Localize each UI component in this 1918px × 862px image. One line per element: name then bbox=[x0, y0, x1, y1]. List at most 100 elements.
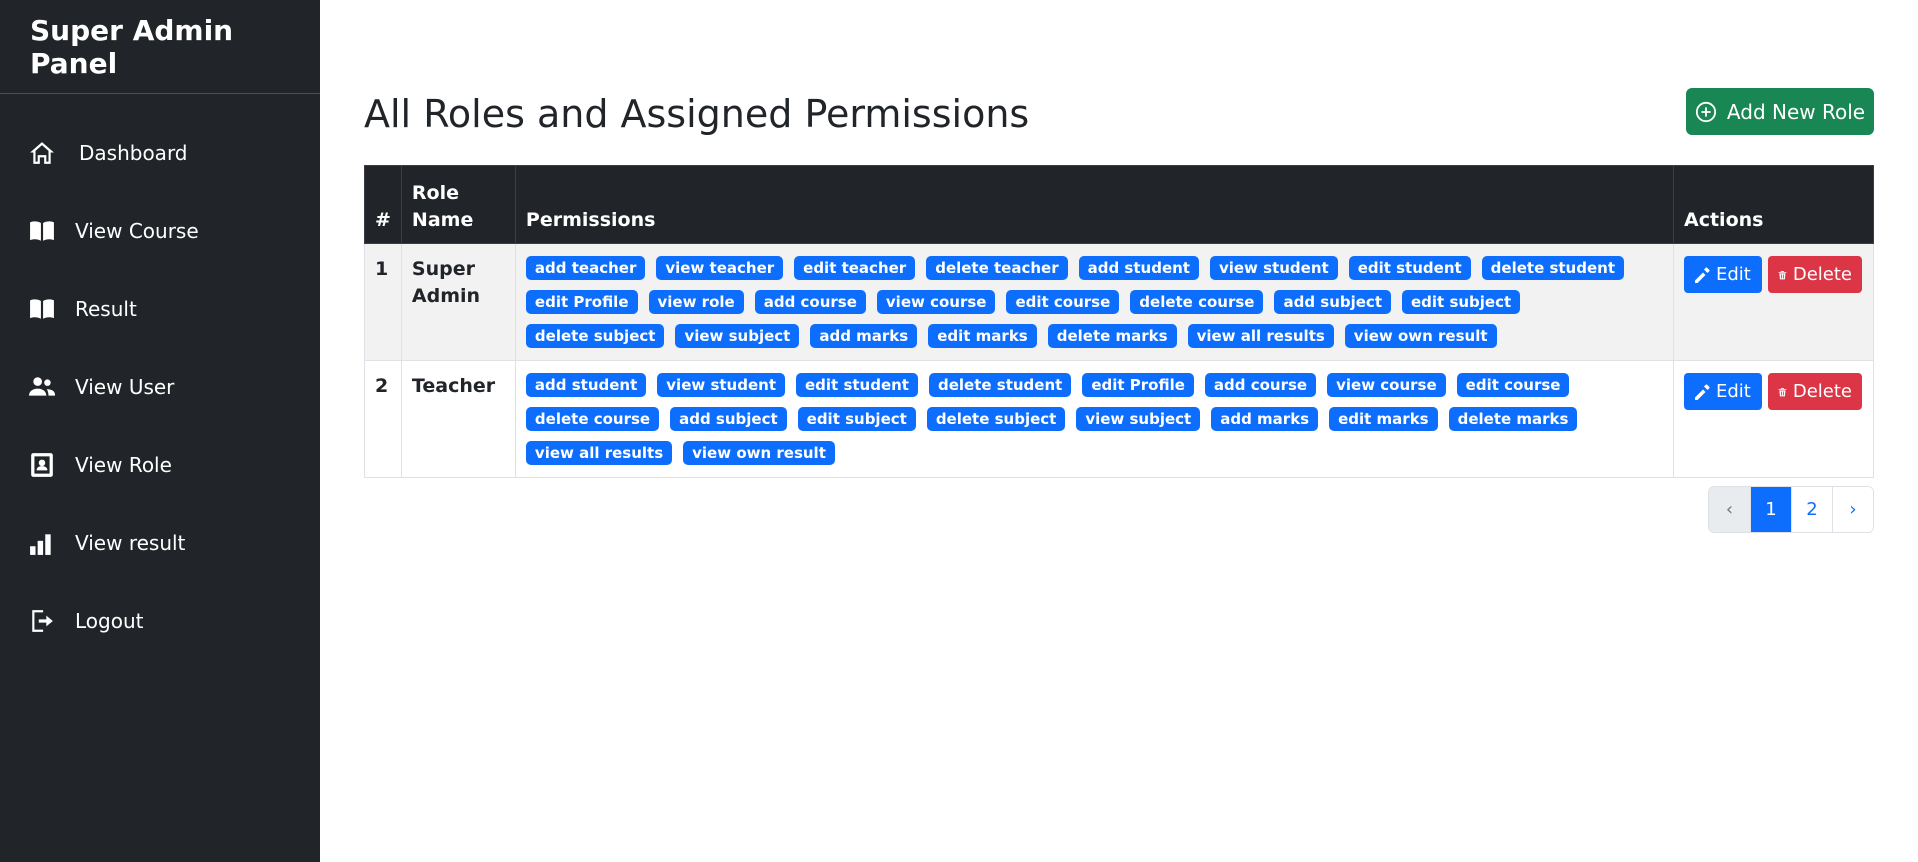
add-new-role-label: Add New Role bbox=[1726, 99, 1866, 124]
sidebar-item-view-result[interactable]: View result bbox=[0, 504, 320, 582]
permission-badge: edit marks bbox=[1329, 407, 1438, 431]
permission-badge: view course bbox=[876, 290, 996, 314]
permission-badge: delete teacher bbox=[926, 256, 1068, 280]
permissions-cell: add student view student edit student delet… bbox=[514, 360, 1675, 478]
sidebar-item-label: Logout bbox=[75, 609, 144, 633]
page-header: All Roles and Assigned Permissions Add N… bbox=[364, 88, 1874, 138]
sidebar-item-label: Result bbox=[75, 297, 137, 321]
permission-badge: view all results bbox=[1187, 324, 1334, 348]
sidebar-item-label: View Role bbox=[75, 453, 172, 477]
permission-badge: view course bbox=[1327, 373, 1446, 397]
permission-badge: add marks bbox=[810, 324, 918, 348]
permission-badge: view all results bbox=[525, 441, 673, 465]
permission-badge: edit subject bbox=[797, 407, 916, 431]
sidebar-nav: Dashboard View Course Result View User V… bbox=[0, 94, 320, 660]
book-icon bbox=[29, 216, 59, 246]
pagination-page-2[interactable]: 2 bbox=[1791, 487, 1832, 532]
bar-chart-icon bbox=[29, 528, 59, 558]
pagination-next-button[interactable]: › bbox=[1832, 487, 1873, 532]
permission-badge: view subject bbox=[1076, 407, 1201, 431]
permission-badge: edit subject bbox=[1402, 290, 1521, 314]
permission-badge: add marks bbox=[1211, 407, 1319, 431]
permission-badge: add course bbox=[754, 290, 866, 314]
permissions-cell: add teacher view teacher edit teacher delet… bbox=[514, 243, 1675, 361]
trash-icon bbox=[1778, 387, 1787, 396]
permission-badge: edit Profile bbox=[1082, 373, 1194, 397]
permission-badge: add subject bbox=[670, 407, 787, 431]
permission-badge: edit student bbox=[1348, 256, 1471, 280]
plus-circle-icon bbox=[1695, 101, 1717, 122]
edit-icon bbox=[1695, 266, 1710, 283]
sidebar-item-logout[interactable]: Logout bbox=[0, 582, 320, 660]
permission-badge: delete student bbox=[1481, 256, 1625, 280]
delete-role-button[interactable]: Delete bbox=[1768, 256, 1862, 293]
table-header-row: # Role Name Permissions Actions bbox=[364, 165, 1874, 244]
sidebar-item-label: View result bbox=[75, 531, 186, 555]
permission-badge: edit student bbox=[796, 373, 918, 397]
permission-badge: edit Profile bbox=[525, 290, 638, 314]
logout-icon bbox=[29, 606, 59, 636]
permission-badge: delete marks bbox=[1047, 324, 1177, 348]
main-content: All Roles and Assigned Permissions Add N… bbox=[364, 0, 1874, 862]
role-name: Super Admin bbox=[400, 243, 516, 361]
pagination-page-1[interactable]: 1 bbox=[1750, 487, 1791, 532]
permission-badge: view own result bbox=[683, 441, 835, 465]
edit-role-button[interactable]: Edit bbox=[1684, 256, 1762, 293]
home-icon bbox=[29, 138, 59, 168]
actions-cell: Edit Delete bbox=[1673, 360, 1874, 478]
sidebar: Super Admin Panel Dashboard View Course … bbox=[0, 0, 320, 862]
column-header-permissions: Permissions bbox=[514, 165, 1675, 244]
permission-badge: view student bbox=[1209, 256, 1338, 280]
add-new-role-button[interactable]: Add New Role bbox=[1686, 88, 1874, 135]
permission-badge: view role bbox=[648, 290, 744, 314]
edit-label: Edit bbox=[1716, 264, 1751, 285]
permission-badge: delete subject bbox=[525, 324, 665, 348]
permission-badge: delete marks bbox=[1448, 407, 1578, 431]
id-badge-icon bbox=[29, 450, 59, 480]
permission-badge: view own result bbox=[1344, 324, 1497, 348]
edit-role-button[interactable]: Edit bbox=[1684, 373, 1762, 410]
page-title: All Roles and Assigned Permissions bbox=[364, 92, 1030, 136]
permission-badge: delete course bbox=[1130, 290, 1264, 314]
sidebar-item-view-user[interactable]: View User bbox=[0, 348, 320, 426]
sidebar-item-label: View User bbox=[75, 375, 175, 399]
pagination: ‹ 1 2 › bbox=[1708, 486, 1874, 533]
permission-badge: add course bbox=[1204, 373, 1317, 397]
permission-badge-list: add teacher view teacher edit teacher delet… bbox=[525, 256, 1663, 348]
users-icon bbox=[29, 372, 59, 402]
trash-icon bbox=[1778, 270, 1787, 279]
row-number: 2 bbox=[364, 360, 402, 478]
pagination-prev-button[interactable]: ‹ bbox=[1709, 487, 1750, 532]
table-row: 1 Super Admin add teacher view teacher edit … bbox=[364, 243, 1874, 361]
permission-badge: add subject bbox=[1274, 290, 1391, 314]
sidebar-item-view-course[interactable]: View Course bbox=[0, 192, 320, 270]
book-icon bbox=[29, 294, 59, 324]
permission-badge: delete course bbox=[525, 407, 660, 431]
permission-badge: delete subject bbox=[926, 407, 1066, 431]
permission-badge: view student bbox=[657, 373, 785, 397]
column-header-actions: Actions bbox=[1673, 165, 1874, 244]
delete-role-button[interactable]: Delete bbox=[1768, 373, 1862, 410]
table-row: 2 Teacher add student view student edit stud… bbox=[364, 360, 1874, 478]
permission-badge: edit course bbox=[1456, 373, 1570, 397]
column-header-role-name: Role Name bbox=[400, 165, 516, 244]
column-header-number: # bbox=[364, 165, 402, 244]
role-name: Teacher bbox=[400, 360, 516, 478]
permission-badge: add student bbox=[525, 373, 647, 397]
permission-badge: add student bbox=[1078, 256, 1199, 280]
roles-table: # Role Name Permissions Actions 1 Super A… bbox=[364, 165, 1874, 478]
edit-icon bbox=[1695, 383, 1710, 400]
row-actions: Edit Delete bbox=[1684, 373, 1863, 410]
row-number: 1 bbox=[364, 243, 402, 361]
permission-badge: add teacher bbox=[525, 256, 646, 280]
sidebar-item-dashboard[interactable]: Dashboard bbox=[0, 114, 320, 192]
permission-badge: delete student bbox=[928, 373, 1072, 397]
sidebar-item-view-role[interactable]: View Role bbox=[0, 426, 320, 504]
delete-label: Delete bbox=[1792, 381, 1852, 402]
actions-cell: Edit Delete bbox=[1673, 243, 1874, 361]
edit-label: Edit bbox=[1716, 381, 1751, 402]
sidebar-item-result[interactable]: Result bbox=[0, 270, 320, 348]
permission-badge: view subject bbox=[675, 324, 800, 348]
sidebar-item-label: Dashboard bbox=[79, 141, 188, 165]
delete-label: Delete bbox=[1792, 264, 1852, 285]
